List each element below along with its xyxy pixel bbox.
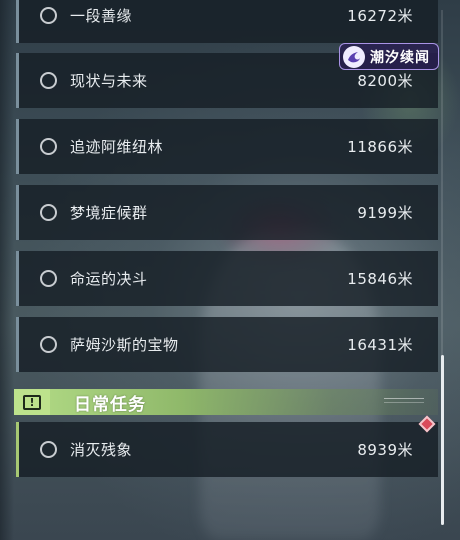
quest-name: 一段善缘 [70, 7, 133, 25]
quest-distance: 16272米 [347, 7, 413, 25]
header-decoration [384, 398, 424, 403]
scrollbar-thumb[interactable] [441, 355, 444, 525]
quest-name: 消灭残象 [70, 441, 133, 459]
watermark-badge: 潮汐续闻 [339, 43, 439, 70]
left-edge-shade [0, 0, 14, 540]
quest-name: 追迹阿维纽林 [70, 138, 164, 156]
quest-distance: 15846米 [347, 270, 413, 288]
quest-status-circle-icon [40, 138, 57, 155]
quest-row[interactable]: 梦境症候群 9199米 [16, 185, 438, 240]
quest-status-circle-icon [40, 336, 57, 353]
quest-name: 现状与未来 [70, 72, 148, 90]
quest-row[interactable]: 一段善缘 16272米 [16, 0, 438, 43]
watermark-text: 潮汐续闻 [370, 49, 430, 66]
section-title: 日常任务 [74, 394, 146, 415]
quest-status-circle-icon [40, 72, 57, 89]
quest-name: 萨姆沙斯的宝物 [70, 336, 179, 354]
quest-name: 梦境症候群 [70, 204, 148, 222]
daily-quest-row[interactable]: 消灭残象 8939米 [16, 422, 438, 477]
quest-row[interactable]: 命运的决斗 15846米 [16, 251, 438, 306]
quest-status-circle-icon [40, 204, 57, 221]
section-badge: ! [14, 389, 50, 415]
quest-row[interactable]: 萨姆沙斯的宝物 16431米 [16, 317, 438, 372]
quest-distance: 11866米 [347, 138, 413, 156]
quest-row[interactable]: 追迹阿维纽林 11866米 [16, 119, 438, 174]
daily-quest-section-header[interactable]: ! 日常任务 [14, 389, 438, 415]
quest-status-circle-icon [40, 270, 57, 287]
quest-status-circle-icon [40, 7, 57, 24]
wave-logo-icon [343, 45, 365, 68]
quest-distance: 9199米 [357, 204, 413, 222]
exclamation-icon: ! [23, 394, 41, 410]
quest-distance: 8939米 [357, 441, 413, 459]
quest-status-circle-icon [40, 441, 57, 458]
quest-name: 命运的决斗 [70, 270, 148, 288]
quest-distance: 8200米 [357, 72, 413, 90]
quest-distance: 16431米 [347, 336, 413, 354]
